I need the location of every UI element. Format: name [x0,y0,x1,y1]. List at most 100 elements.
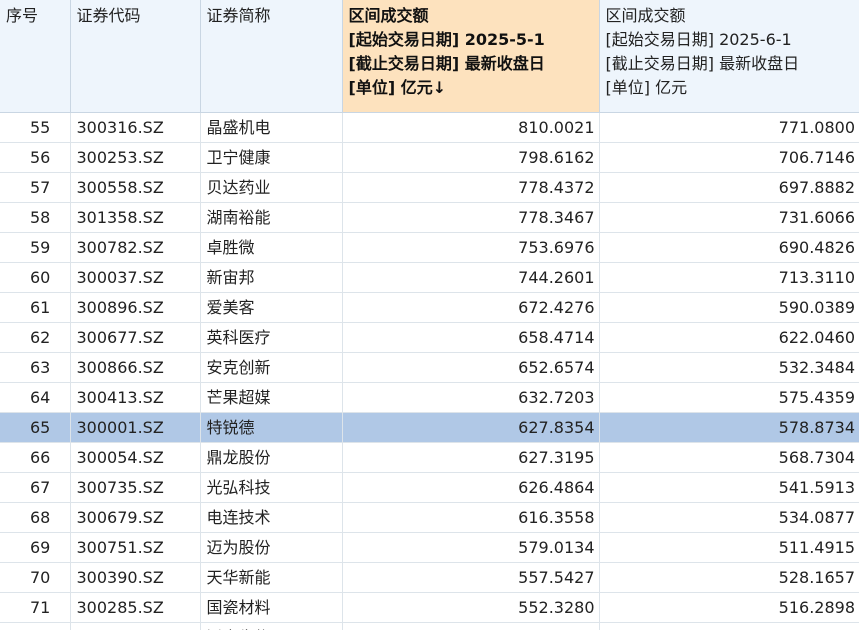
table-row[interactable]: 56 300253.SZ 卫宁健康 798.6162 706.7146 [0,142,859,173]
cell-index[interactable]: 57 [0,172,71,203]
cell-index[interactable]: 62 [0,322,71,353]
cell-turnover-june[interactable]: 511.4915 [599,532,859,563]
cell-turnover-june[interactable]: 578.8734 [599,412,859,443]
cell-turnover-may[interactable]: 672.4276 [342,292,600,323]
cell-turnover-may[interactable]: 744.2601 [342,262,600,293]
cell-name[interactable]: 卫宁健康 [200,142,343,173]
cell-index[interactable]: 67 [0,472,71,503]
cell-name[interactable]: 英科医疗 [200,322,343,353]
cell-code[interactable]: 300558.SZ [70,172,201,203]
cell-turnover-june[interactable]: 697.8882 [599,172,859,203]
cell-code[interactable]: 300285.SZ [70,592,201,623]
cell-index[interactable]: 63 [0,352,71,383]
cell-code[interactable]: 300390.SZ [70,562,201,593]
cell-code[interactable]: 300316.SZ [70,112,201,143]
cell-name[interactable]: 芒果超媒 [200,382,343,413]
table-row[interactable]: 66 300054.SZ 鼎龙股份 627.3195 568.7304 [0,442,859,473]
cell-index[interactable]: 68 [0,502,71,533]
cell-turnover-june[interactable]: 516.2898 [599,592,859,623]
cell-name[interactable]: 光弘科技 [200,472,343,503]
cell-index[interactable]: 65 [0,412,71,443]
cell-turnover-june[interactable]: 590.0389 [599,292,859,323]
cell-code[interactable]: 301358.SZ [70,202,201,233]
cell-index[interactable]: 66 [0,442,71,473]
cell-turnover-may[interactable]: 632.7203 [342,382,600,413]
cell-code[interactable]: 300037.SZ [70,262,201,293]
cell-turnover-june[interactable]: 532.3484 [599,352,859,383]
cell-name[interactable]: 迈为股份 [200,532,343,563]
cell-turnover-may[interactable]: 798.6162 [342,142,600,173]
cell-turnover-may[interactable]: 652.6574 [342,352,600,383]
cell-code[interactable]: 300735.SZ [70,472,201,503]
cell-index[interactable]: 70 [0,562,71,593]
cell-code[interactable]: 300677.SZ [70,322,201,353]
cell-code[interactable]: 300001.SZ [70,412,201,443]
cell-index[interactable]: 61 [0,292,71,323]
cell-turnover-june[interactable]: 771.0800 [599,112,859,143]
cell-turnover-june[interactable]: 706.7146 [599,142,859,173]
cell-name[interactable]: 沃森生物 [200,622,343,630]
cell-index[interactable]: 71 [0,592,71,623]
cell-turnover-may[interactable]: 627.8354 [342,412,600,443]
table-row[interactable]: 64 300413.SZ 芒果超媒 632.7203 575.4359 [0,382,859,413]
cell-turnover-may[interactable]: 627.3195 [342,442,600,473]
cell-turnover-june[interactable]: 568.7304 [599,442,859,473]
cell-turnover-june[interactable]: 509.9354 [599,622,859,630]
cell-turnover-june[interactable]: 541.5913 [599,472,859,503]
cell-index[interactable]: 60 [0,262,71,293]
cell-index[interactable]: 56 [0,142,71,173]
cell-name[interactable]: 安克创新 [200,352,343,383]
cell-turnover-june[interactable]: 622.0460 [599,322,859,353]
cell-index[interactable]: 59 [0,232,71,263]
cell-index[interactable]: 58 [0,202,71,233]
cell-turnover-june[interactable]: 528.1657 [599,562,859,593]
table-row[interactable]: 69 300751.SZ 迈为股份 579.0134 511.4915 [0,532,859,563]
cell-name[interactable]: 爱美客 [200,292,343,323]
table-row[interactable]: 59 300782.SZ 卓胜微 753.6976 690.4826 [0,232,859,263]
cell-turnover-may[interactable]: 557.5427 [342,562,600,593]
cell-name[interactable]: 鼎龙股份 [200,442,343,473]
table-row[interactable]: 60 300037.SZ 新宙邦 744.2601 713.3110 [0,262,859,293]
cell-turnover-may[interactable]: 778.3467 [342,202,600,233]
header-code[interactable]: 证券代码 [70,0,201,113]
cell-index[interactable]: 69 [0,532,71,563]
table-row[interactable]: 71 300285.SZ 国瓷材料 552.3280 516.2898 [0,592,859,623]
cell-name[interactable]: 新宙邦 [200,262,343,293]
cell-index[interactable]: 55 [0,112,71,143]
cell-turnover-may[interactable]: 616.3558 [342,502,600,533]
cell-code[interactable]: 300866.SZ [70,352,201,383]
cell-code[interactable]: 300782.SZ [70,232,201,263]
cell-turnover-may[interactable]: 658.4714 [342,322,600,353]
cell-turnover-june[interactable]: 690.4826 [599,232,859,263]
table-row[interactable]: 57 300558.SZ 贝达药业 778.4372 697.8882 [0,172,859,203]
cell-turnover-may[interactable]: 552.3280 [342,592,600,623]
table-row[interactable]: 65 300001.SZ 特锐德 627.8354 578.8734 [0,412,859,443]
cell-name[interactable]: 晶盛机电 [200,112,343,143]
cell-turnover-may[interactable]: 778.4372 [342,172,600,203]
cell-name[interactable]: 天华新能 [200,562,343,593]
cell-name[interactable]: 贝达药业 [200,172,343,203]
cell-name[interactable]: 卓胜微 [200,232,343,263]
header-turnover-may[interactable]: 区间成交额 [起始交易日期] 2025-5-1 [截止交易日期] 最新收盘日 [… [342,0,600,113]
cell-name[interactable]: 特锐德 [200,412,343,443]
cell-code[interactable]: 300896.SZ [70,292,201,323]
table-row[interactable]: 70 300390.SZ 天华新能 557.5427 528.1657 [0,562,859,593]
header-turnover-june[interactable]: 区间成交额 [起始交易日期] 2025-6-1 [截止交易日期] 最新收盘日 [… [599,0,859,113]
cell-turnover-june[interactable]: 575.4359 [599,382,859,413]
cell-index[interactable]: 72 [0,622,71,630]
cell-turnover-june[interactable]: 731.6066 [599,202,859,233]
cell-name[interactable]: 国瓷材料 [200,592,343,623]
table-row[interactable]: 62 300677.SZ 英科医疗 658.4714 622.0460 [0,322,859,353]
header-name[interactable]: 证券简称 [200,0,343,113]
cell-code[interactable]: 300413.SZ [70,382,201,413]
cell-turnover-may[interactable]: 579.0134 [342,532,600,563]
cell-turnover-june[interactable]: 534.0877 [599,502,859,533]
table-row[interactable]: 63 300866.SZ 安克创新 652.6574 532.3484 [0,352,859,383]
cell-turnover-may[interactable]: 551.7541 [342,622,600,630]
table-row[interactable]: 55 300316.SZ 晶盛机电 810.0021 771.0800 [0,112,859,143]
header-index[interactable]: 序号 [0,0,71,113]
cell-code[interactable]: 300679.SZ [70,502,201,533]
cell-turnover-june[interactable]: 713.3110 [599,262,859,293]
table-row[interactable]: 67 300735.SZ 光弘科技 626.4864 541.5913 [0,472,859,503]
cell-name[interactable]: 电连技术 [200,502,343,533]
